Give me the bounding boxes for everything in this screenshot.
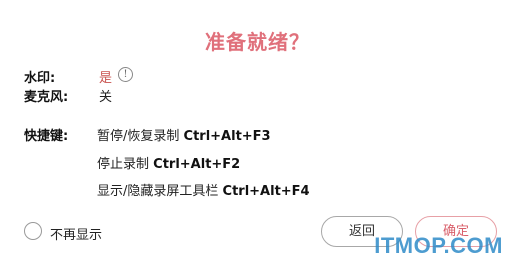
shortcuts-label: 快捷键: [24, 129, 69, 144]
info-icon[interactable]: ! [118, 67, 133, 82]
radio-checkbox-icon[interactable] [24, 222, 42, 240]
mic-value: 关 [99, 90, 113, 105]
ready-dialog: 准备就绪？ 水印: 是 ! 麦克风: 关 快捷键: 暂停/恢复录制 Ctrl+A… [0, 0, 515, 273]
shortcut-action: 显示/隐藏录屏工具栏 [97, 184, 219, 199]
dialog-title: 准备就绪？ [205, 30, 310, 54]
shortcut-keys: Ctrl+Alt+F2 [153, 157, 241, 172]
watermark-value: 是 [99, 71, 113, 86]
shortcut-action: 暂停/恢复录制 [97, 129, 180, 144]
mic-label: 麦克风: [24, 90, 69, 105]
shortcut-pause-resume: 暂停/恢复录制 Ctrl+Alt+F3 [97, 125, 271, 144]
shortcut-toggle-toolbar: 显示/隐藏录屏工具栏 Ctrl+Alt+F4 [97, 180, 310, 199]
dont-show-again-label[interactable]: 不再显示 [50, 224, 102, 243]
shortcut-stop: 停止录制 Ctrl+Alt+F2 [97, 153, 240, 172]
site-watermark: ITMOP.COM [374, 233, 503, 258]
watermark-label: 水印: [24, 71, 56, 86]
shortcut-keys: Ctrl+Alt+F3 [183, 129, 271, 144]
shortcut-action: 停止录制 [97, 157, 150, 172]
shortcut-keys: Ctrl+Alt+F4 [222, 184, 310, 199]
